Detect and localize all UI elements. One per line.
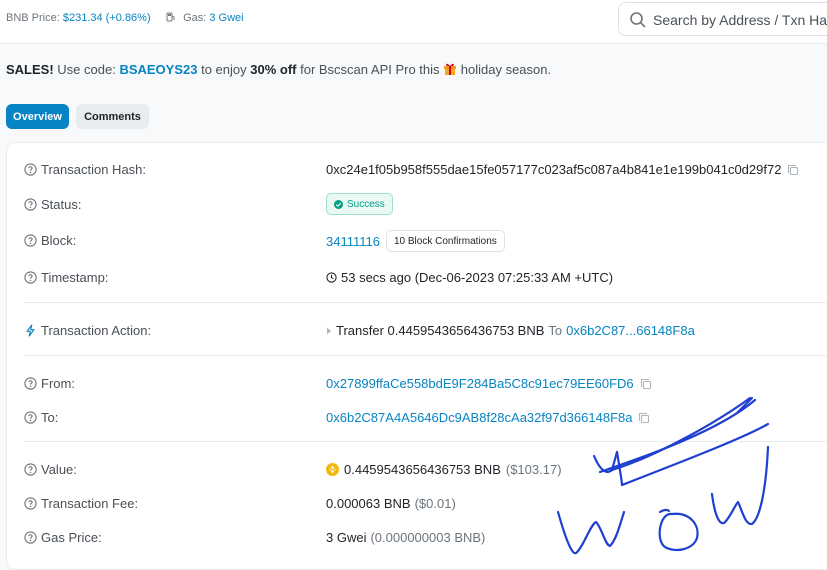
copy-icon[interactable] — [638, 412, 650, 424]
search-icon — [630, 12, 646, 28]
action-label: Transaction Action: — [41, 323, 152, 338]
discount: 30% off — [250, 62, 297, 77]
tab-overview[interactable]: Overview — [6, 104, 69, 129]
gift-icon — [444, 63, 457, 75]
search-input[interactable] — [653, 9, 827, 31]
status-row-label: Status: — [24, 197, 81, 212]
gas-price-gwei: 3 Gwei — [326, 530, 367, 545]
question-icon[interactable] — [24, 497, 37, 510]
value-amount: 0.4459543656436753 BNB — [344, 462, 501, 477]
gas-pump-icon — [166, 12, 175, 22]
sales-label: SALES! — [6, 62, 54, 77]
status-label: Status: — [41, 197, 82, 212]
tab-comments[interactable]: Comments — [76, 104, 149, 129]
timestamp-value: 53 secs ago (Dec-06-2023 07:25:33 AM +UT… — [341, 270, 614, 285]
fee-wrap: 0.000063 BNB ($0.01) — [326, 496, 456, 511]
question-icon[interactable] — [24, 377, 37, 390]
status-text: Success — [347, 198, 385, 210]
action-to-address-link[interactable]: 0x6b2C87...66148F8a — [566, 323, 695, 338]
to-value-wrap: 0x6b2C87A4A5646Dc9AB8f28cAa32f97d366148F… — [326, 410, 650, 425]
caret-right-icon — [327, 327, 331, 334]
to-label: To: — [41, 410, 59, 425]
gas-tracker[interactable]: Gas: 3 Gwei — [166, 12, 244, 24]
question-icon[interactable] — [24, 234, 37, 247]
block-value-wrap: 34111116 10 Block Confirmations — [326, 230, 505, 252]
question-icon[interactable] — [24, 411, 37, 424]
bnb-price: BNB Price: $231.34 (+0.86%) — [6, 12, 151, 24]
fee-amount: 0.000063 BNB — [326, 496, 411, 511]
block-number-link[interactable]: 34111116 — [326, 234, 380, 249]
from-label: From: — [41, 376, 75, 391]
value-wrap: 0.4459543656436753 BNB ($103.17) — [326, 462, 562, 477]
block-row-label: Block: — [24, 233, 76, 248]
copy-icon[interactable] — [640, 378, 652, 390]
from-row-label: From: — [24, 376, 75, 391]
check-circle-icon — [334, 199, 343, 209]
gas-price-bnb: (0.000000003 BNB) — [370, 530, 486, 545]
question-icon[interactable] — [24, 463, 37, 476]
from-value-wrap: 0x27899ffaCe558bdE9F284Ba5C8c91ec79EE60F… — [326, 376, 652, 391]
to-row-label: To: — [24, 410, 58, 425]
from-address-link[interactable]: 0x27899ffaCe558bdE9F284Ba5C8c91ec79EE60F… — [326, 376, 634, 391]
banner-text: for Bscscan API Pro this — [296, 62, 444, 77]
tx-hash-row-label: Transaction Hash: — [24, 162, 146, 177]
gas-label: Gas: — [183, 12, 207, 24]
gas-price-row-label: Gas Price: — [24, 530, 102, 545]
fee-label: Transaction Fee: — [41, 496, 139, 511]
timestamp-label: Timestamp: — [41, 270, 109, 285]
block-label: Block: — [41, 233, 77, 248]
copy-icon[interactable] — [787, 164, 799, 176]
tx-hash-value-wrap: 0xc24e1f05b958f555dae15fe057177c023af5c0… — [326, 162, 799, 177]
gas-value[interactable]: 3 Gwei — [209, 12, 243, 24]
question-icon[interactable] — [24, 531, 37, 544]
action-row-label: Transaction Action: — [24, 323, 151, 338]
promo-code[interactable]: BSAEOYS23 — [119, 62, 197, 77]
divider — [24, 355, 827, 356]
fee-row-label: Transaction Fee: — [24, 496, 138, 511]
search-box[interactable] — [618, 2, 827, 36]
action-to-label: To — [548, 323, 563, 338]
question-icon[interactable] — [24, 271, 37, 284]
action-value-wrap: Transfer 0.4459543656436753 BNB To 0x6b2… — [326, 323, 695, 338]
gas-price-label: Gas Price: — [41, 530, 102, 545]
divider — [24, 302, 827, 303]
action-transfer: Transfer 0.4459543656436753 BNB — [336, 323, 545, 338]
value-usd: ($103.17) — [505, 462, 562, 477]
lightning-icon — [26, 324, 35, 337]
to-address-link[interactable]: 0x6b2C87A4A5646Dc9AB8f28cAa32f97d366148F… — [326, 410, 632, 425]
tx-hash-label: Transaction Hash: — [41, 162, 147, 177]
banner-text: to enjoy — [197, 62, 251, 77]
bnb-price-label: BNB Price: — [6, 12, 60, 24]
status-value-wrap: Success — [326, 193, 393, 215]
divider — [24, 441, 827, 442]
clock-icon — [326, 272, 337, 283]
bnb-coin-icon — [326, 463, 339, 476]
timestamp-row-label: Timestamp: — [24, 270, 108, 285]
tx-hash: 0xc24e1f05b958f555dae15fe057177c023af5c0… — [326, 162, 782, 177]
top-bar: BNB Price: $231.34 (+0.86%) Gas: 3 Gwei — [0, 0, 827, 44]
status-badge: Success — [326, 193, 393, 215]
value-row-label: Value: — [24, 462, 77, 477]
question-icon[interactable] — [24, 163, 37, 176]
fee-usd: ($0.01) — [414, 496, 456, 511]
confirmations-badge: 10 Block Confirmations — [385, 230, 505, 252]
gas-price-wrap: 3 Gwei (0.000000003 BNB) — [326, 530, 485, 545]
timestamp-value-wrap: 53 secs ago (Dec-06-2023 07:25:33 AM +UT… — [326, 270, 613, 285]
value-label: Value: — [41, 462, 77, 477]
banner-text: Use code: — [53, 62, 120, 77]
bnb-price-value[interactable]: $231.34 (+0.86%) — [63, 12, 151, 24]
banner-text: holiday season. — [457, 62, 552, 77]
question-icon[interactable] — [24, 198, 37, 211]
sales-banner: SALES! Use code: BSAEOYS23 to enjoy 30% … — [6, 62, 551, 77]
